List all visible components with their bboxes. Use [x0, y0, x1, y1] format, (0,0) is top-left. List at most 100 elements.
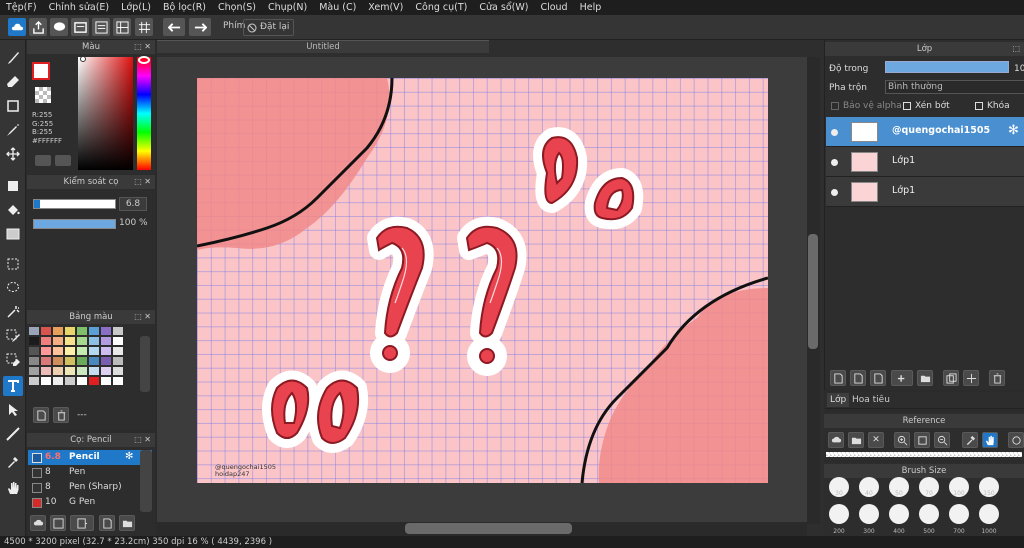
- color-swatch[interactable]: [77, 367, 87, 375]
- text-tool-icon[interactable]: [3, 376, 23, 396]
- export-icon[interactable]: [29, 18, 47, 36]
- color-swatch[interactable]: [53, 327, 63, 335]
- menu-view[interactable]: Xem(V): [362, 2, 409, 13]
- layer-item[interactable]: Lớp1: [826, 177, 1024, 207]
- color-swatch[interactable]: [65, 357, 75, 365]
- duplicate-layer-icon[interactable]: [943, 370, 959, 386]
- comment-icon[interactable]: [50, 18, 68, 36]
- bucket-tool-icon[interactable]: [3, 200, 23, 220]
- list-icon[interactable]: [92, 18, 110, 36]
- layer-item[interactable]: @quengochai1505 ✻: [826, 117, 1024, 147]
- new-layer-icon[interactable]: [830, 370, 846, 386]
- fill-rect-tool-icon[interactable]: [3, 176, 23, 196]
- fit-icon[interactable]: [914, 432, 930, 448]
- color-swatch[interactable]: [77, 357, 87, 365]
- eyedropper-icon[interactable]: [962, 432, 978, 448]
- color-swatch[interactable]: [65, 327, 75, 335]
- menu-window[interactable]: Cửa sổ(W): [473, 2, 534, 13]
- zoom-out-icon[interactable]: [934, 432, 950, 448]
- vertical-scroll-thumb[interactable]: [808, 234, 818, 349]
- color-swatch[interactable]: [89, 347, 99, 355]
- brush-item-pencil[interactable]: 6.8 Pencil ✻: [28, 450, 152, 465]
- select-pen-icon[interactable]: [3, 326, 23, 346]
- clipping-checkbox[interactable]: [903, 102, 911, 110]
- undo-icon[interactable]: [163, 18, 185, 36]
- color-swatch[interactable]: [113, 327, 123, 335]
- foreground-color-swatch[interactable]: [32, 62, 50, 80]
- cloud-icon[interactable]: [8, 18, 26, 36]
- gear-icon[interactable]: ✻: [1008, 123, 1019, 138]
- magic-wand-icon[interactable]: [3, 302, 23, 322]
- add-layer-menu-icon[interactable]: [891, 370, 913, 386]
- cloud-brush-icon[interactable]: [30, 515, 46, 531]
- lock-checkbox[interactable]: [975, 102, 983, 110]
- tab-layers[interactable]: Lớp: [827, 393, 850, 407]
- color-swatch[interactable]: [77, 337, 87, 345]
- document-tab[interactable]: Untitled: [157, 40, 489, 53]
- color-swatch[interactable]: [89, 357, 99, 365]
- transparent-swatch[interactable]: [35, 87, 51, 103]
- menu-filter[interactable]: Bộ lọc(R): [157, 2, 212, 13]
- panel-controls-icon[interactable]: ⬚ ✕: [134, 310, 151, 324]
- brush-tool-icon[interactable]: [3, 48, 23, 68]
- brush-size-value[interactable]: 6.8: [119, 197, 147, 211]
- palette-mode-icon[interactable]: [35, 155, 51, 166]
- hand-icon[interactable]: [982, 432, 998, 448]
- panel-controls-icon[interactable]: ⬚ ✕: [134, 433, 151, 447]
- trash-icon[interactable]: [53, 407, 69, 423]
- color-swatch[interactable]: [89, 337, 99, 345]
- brush-size-dot[interactable]: [889, 504, 909, 524]
- add-brush-icon[interactable]: [50, 515, 66, 531]
- menu-color[interactable]: Màu (C): [313, 2, 362, 13]
- color-swatch[interactable]: [101, 377, 111, 385]
- visibility-icon[interactable]: [831, 189, 838, 196]
- new-palette-icon[interactable]: [33, 407, 49, 423]
- hue-slider[interactable]: [137, 57, 151, 170]
- color-swatch[interactable]: [29, 367, 39, 375]
- color-swatch[interactable]: [29, 347, 39, 355]
- menu-edit[interactable]: Chỉnh sửa(E): [43, 2, 116, 13]
- operation-tool-icon[interactable]: [3, 400, 23, 420]
- divide-tool-icon[interactable]: [3, 424, 23, 444]
- color-swatch[interactable]: [29, 337, 39, 345]
- new-layer-1bit-icon[interactable]: [870, 370, 886, 386]
- rotate-icon[interactable]: [1008, 432, 1024, 448]
- color-swatch[interactable]: [77, 377, 87, 385]
- color-swatch[interactable]: [101, 327, 111, 335]
- color-swatch[interactable]: [53, 357, 63, 365]
- color-swatch[interactable]: [113, 347, 123, 355]
- menu-help[interactable]: Help: [574, 2, 608, 13]
- layer-item[interactable]: Lớp1: [826, 147, 1024, 177]
- select-eraser-icon[interactable]: [3, 350, 23, 370]
- menu-capture[interactable]: Chụp(N): [262, 2, 313, 13]
- tab-navigator[interactable]: Hoa tiêu: [849, 393, 893, 407]
- move-tool-icon[interactable]: [3, 144, 23, 164]
- brush-item-g-pen[interactable]: 10 G Pen: [28, 495, 138, 510]
- saturation-value-picker[interactable]: [78, 57, 133, 170]
- palette-scrollbar[interactable]: [140, 336, 150, 392]
- reset-button[interactable]: Đặt lại: [243, 19, 295, 36]
- color-swatch[interactable]: [101, 367, 111, 375]
- color-swatch[interactable]: [53, 367, 63, 375]
- brush-size-dot[interactable]: [829, 504, 849, 524]
- hand-tool-icon[interactable]: [3, 478, 23, 498]
- close-icon[interactable]: ✕: [868, 432, 884, 448]
- color-swatch[interactable]: [29, 377, 39, 385]
- brush-size-dot[interactable]: [859, 504, 879, 524]
- brush-size-dot[interactable]: [919, 504, 939, 524]
- layer-opacity-slider[interactable]: [885, 61, 1009, 73]
- zoom-in-icon[interactable]: [894, 432, 910, 448]
- color-swatch[interactable]: [89, 367, 99, 375]
- color-swatch[interactable]: [41, 367, 51, 375]
- color-swatch[interactable]: [113, 337, 123, 345]
- gear-icon[interactable]: ✻: [125, 451, 133, 462]
- grid-lines-icon[interactable]: [135, 18, 153, 36]
- color-swatch[interactable]: [41, 327, 51, 335]
- sv-cursor[interactable]: [80, 56, 86, 62]
- color-swatch[interactable]: [89, 377, 99, 385]
- blend-mode-select[interactable]: Bình thường: [885, 80, 1024, 94]
- color-swatch[interactable]: [41, 377, 51, 385]
- folder-icon[interactable]: [119, 515, 135, 531]
- hue-cursor[interactable]: [138, 56, 150, 64]
- brush-opacity-slider[interactable]: [33, 219, 116, 229]
